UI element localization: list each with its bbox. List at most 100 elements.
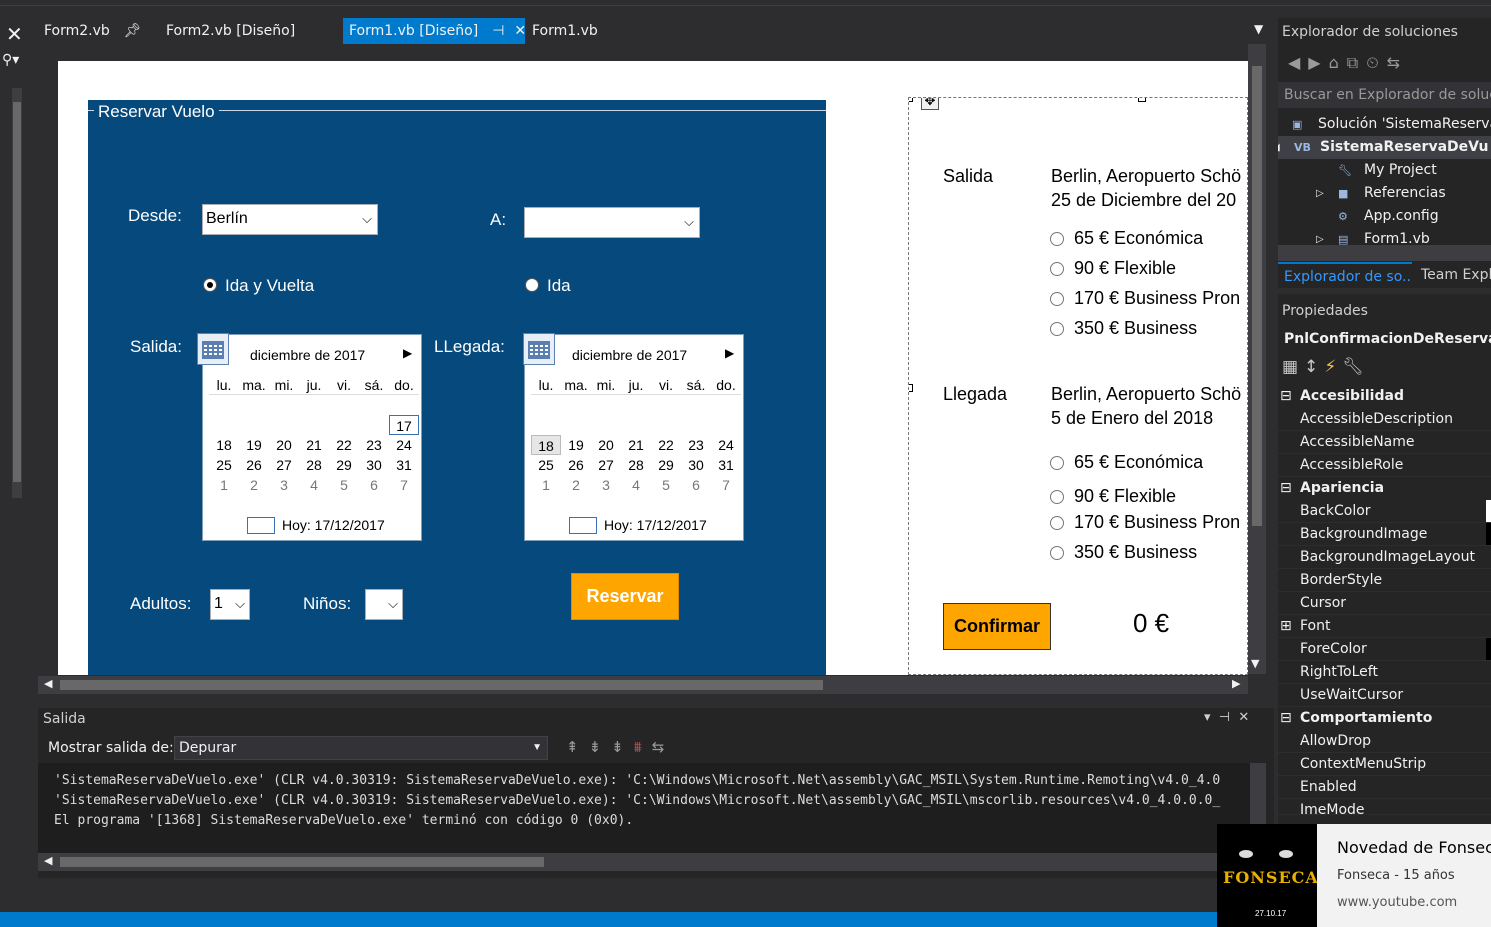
properties-object[interactable]: PnlConfirmacionDeReserva Sy [1284,331,1491,347]
expand-icon[interactable]: ⊞ [1280,615,1292,637]
calendar-day[interactable]: 21 [621,435,651,455]
property-value[interactable] [1486,408,1491,430]
output-source-select[interactable]: Depurar ▼ [174,736,548,760]
property-value[interactable] [1486,431,1491,453]
calendar-today[interactable]: Hoy: 17/12/2017 [604,517,707,533]
calendar-day[interactable]: 25 [209,455,239,475]
scroll-left-icon[interactable]: ◀ [44,854,52,867]
calendar-day[interactable]: 24 [389,435,419,455]
property-row[interactable]: UseWaitCursor [1278,684,1491,707]
property-row[interactable]: ForeColor [1278,638,1491,661]
toolbox-scrollbar[interactable] [12,88,22,498]
property-value[interactable] [1486,730,1491,752]
tab-form1-code[interactable]: Form1.vb [526,18,604,44]
price-option-radio[interactable] [1050,456,1064,470]
tab-form2-design[interactable]: Form2.vb [Diseño] [160,18,301,44]
output-window-icons[interactable]: ▾ ⊣ ✕ [1204,710,1249,725]
calendar-day[interactable]: 18 [209,435,239,455]
price-option-radio[interactable] [1050,262,1064,276]
property-value[interactable] [1486,684,1491,706]
calendar-day[interactable]: 26 [239,455,269,475]
calendar-day[interactable]: 26 [561,455,591,475]
property-value[interactable] [1486,661,1491,683]
property-value[interactable] [1486,523,1491,545]
calendar-day[interactable]: 6 [359,475,389,495]
properties-toolbar-icons[interactable]: ▦↕⚡🔧︎ [1282,357,1370,377]
property-value[interactable] [1486,500,1491,522]
property-row[interactable]: Enabled [1278,776,1491,799]
property-row[interactable]: AccessibleName [1278,431,1491,454]
property-value[interactable] [1486,546,1491,568]
tree-hscroll[interactable] [1278,245,1491,261]
property-value[interactable] [1486,776,1491,798]
selection-handle-n[interactable] [1138,98,1146,102]
solution-search-input[interactable]: Buscar en Explorador de solucio [1278,82,1491,108]
scroll-down-icon[interactable]: ▼ [1251,657,1259,670]
calendar-day[interactable]: 1 [531,475,561,495]
selection-handle-nw[interactable] [909,98,913,102]
property-category[interactable]: ⊟ Apariencia [1278,477,1491,500]
property-value[interactable] [1486,753,1491,775]
adultos-combobox[interactable]: 1 ⌵ [210,589,250,620]
ida-radio[interactable] [525,278,539,292]
tree-item[interactable]: ◢ VB SistemaReservaDeVu [1278,136,1491,159]
calendar-day[interactable]: 5 [651,475,681,495]
confirmacion-panel[interactable]: ✥ Salida Berlin, Aeropuerto Schö 25 de D… [908,97,1248,675]
property-value[interactable] [1486,638,1491,660]
calendar-day[interactable]: 2 [561,475,591,495]
calendar-day[interactable]: 21 [299,435,329,455]
tab-dropdown-icon[interactable]: ▼ [1254,22,1263,36]
calendar-day[interactable]: 3 [269,475,299,495]
calendar-day[interactable]: 22 [651,435,681,455]
calendar-day[interactable]: 29 [651,455,681,475]
tab-form1-design[interactable]: Form1.vb [Diseño] ⊣ ✕ [343,18,526,44]
calendar-day[interactable]: 27 [591,455,621,475]
calendar-day[interactable]: 4 [621,475,651,495]
tab-form2-code[interactable]: Form2.vb 📌︎ [38,18,148,44]
scroll-right-icon[interactable]: ▶ [1232,677,1240,690]
price-option-radio[interactable] [1050,292,1064,306]
desde-combobox[interactable]: Berlín ⌵ [202,204,378,235]
property-row[interactable]: RightToLeft [1278,661,1491,684]
calendar-day[interactable]: 28 [299,455,329,475]
calendar-day[interactable]: 6 [681,475,711,495]
move-handle-icon[interactable]: ✥ [921,98,939,110]
calendar-day[interactable]: 24 [711,435,741,455]
output-toolbar-icons[interactable]: ⇞⇟⇟⩩⇆ [566,738,674,756]
designer-vscroll[interactable]: ▼ [1248,44,1266,674]
calendar-day[interactable]: 30 [359,455,389,475]
expand-arrow-icon[interactable]: ▷ [1316,182,1324,205]
price-option-radio[interactable] [1050,322,1064,336]
calendar-day[interactable]: 31 [711,455,741,475]
calendar-day[interactable]: 2 [239,475,269,495]
ninos-combobox[interactable]: ⌵ [365,589,403,620]
property-row[interactable]: BackColor [1278,500,1491,523]
property-category[interactable]: ⊟ Accesibilidad [1278,385,1491,408]
pin-icon[interactable]: ⊣ [492,23,504,39]
collapse-icon[interactable]: ⊟ [1280,385,1292,408]
calendar-day[interactable]: 25 [531,455,561,475]
property-row[interactable]: AllowDrop [1278,730,1491,753]
property-value[interactable] [1486,454,1491,476]
tree-item[interactable]: ▷ ■ Referencias [1278,182,1491,205]
property-row[interactable]: AccessibleRole [1278,454,1491,477]
calendar-day[interactable]: 7 [389,475,419,495]
scroll-left-icon[interactable]: ◀ [44,677,52,690]
calendar-day[interactable]: 19 [561,435,591,455]
solution-toolbar-icons[interactable]: ◀▶⌂⧉⏲⇆ [1288,53,1408,73]
pin-icon[interactable]: 📌︎ [124,23,142,39]
price-option-radio[interactable] [1050,490,1064,504]
salida-calendar[interactable]: diciembre de 2017 ▶ lu. ma. mi. ju. vi. sá. do… [197,333,422,541]
price-option-radio[interactable] [1050,546,1064,560]
confirmar-button[interactable]: Confirmar [943,603,1051,650]
calendar-next-icon[interactable]: ▶ [725,346,734,360]
calendar-day[interactable]: 17 [389,415,419,435]
tree-item[interactable]: ▷ ▤ Form1.vb [1278,228,1491,245]
property-row[interactable]: BackgroundImage [1278,523,1491,546]
close-tab-icon[interactable]: ✕ [514,23,526,39]
explorer-tab[interactable]: Explorador de so... [1278,262,1412,288]
close-icon[interactable]: ✕ [6,22,23,46]
designer-hscroll[interactable]: ◀ ▶ [38,676,1248,694]
calendar-day[interactable]: 20 [591,435,621,455]
price-option-radio[interactable] [1050,232,1064,246]
